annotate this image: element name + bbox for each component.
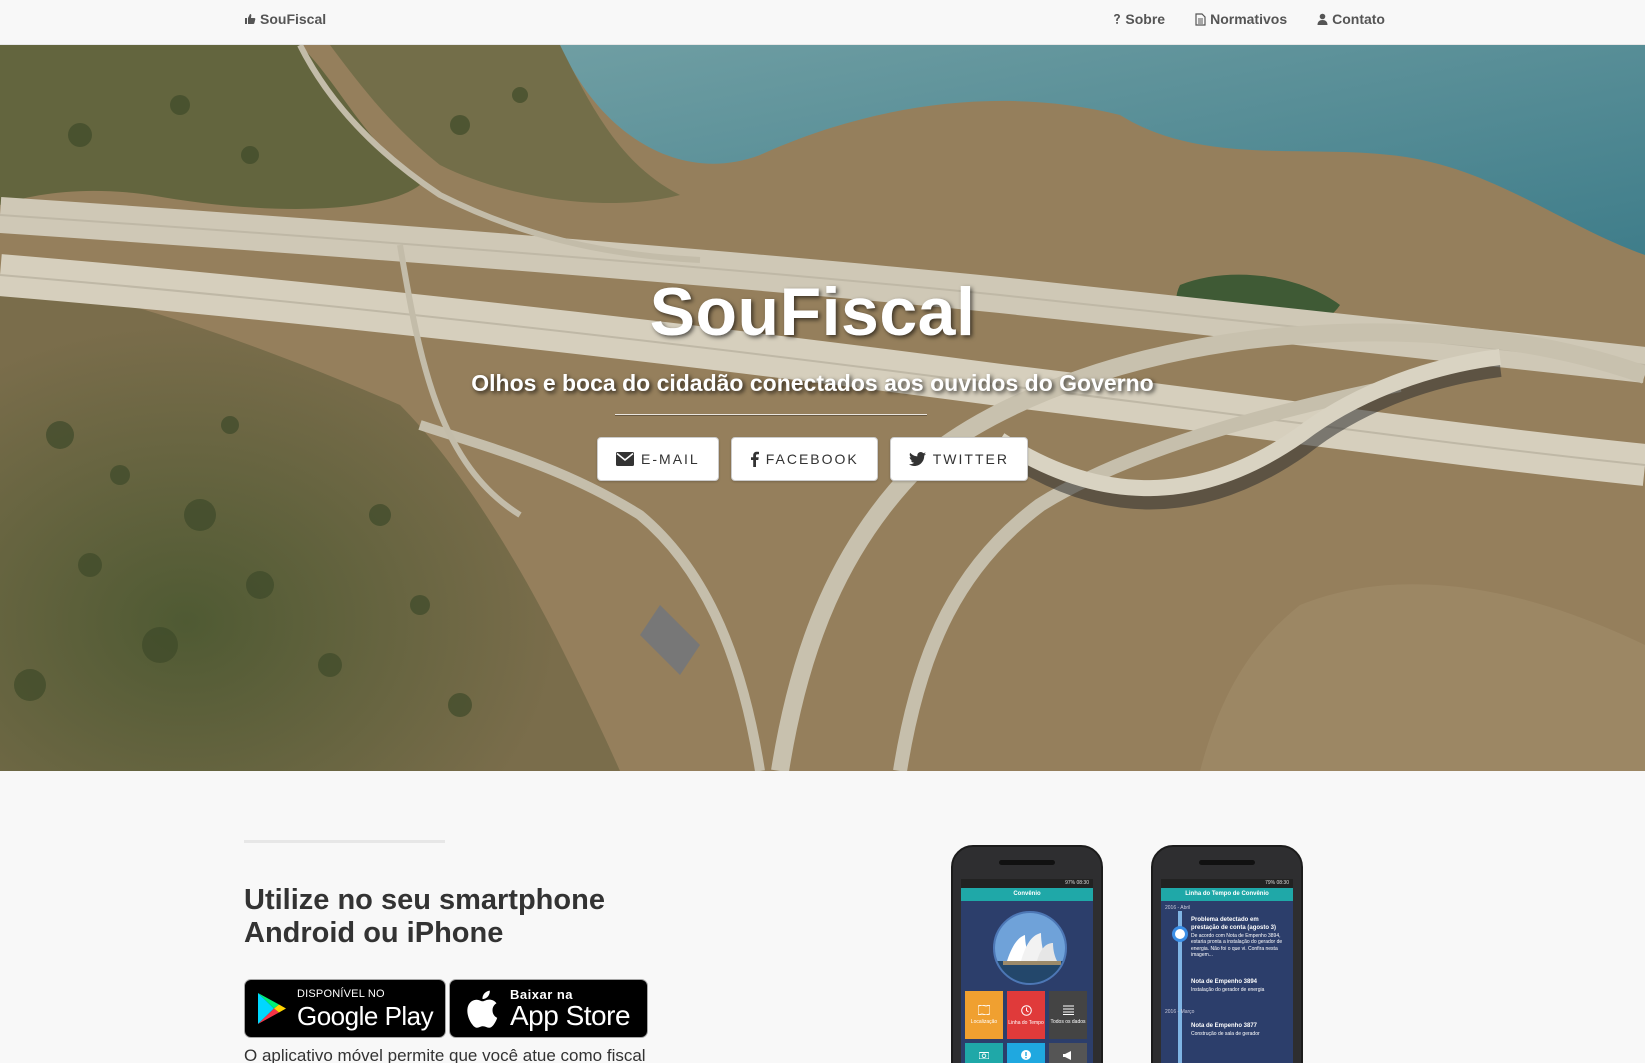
- google-play-small: DISPONÍVEL NO: [297, 987, 385, 1000]
- twitter-button-label: TWITTER: [932, 451, 1009, 467]
- nav-label-contato: Contato: [1332, 11, 1385, 27]
- file-icon: [1195, 12, 1206, 26]
- thumbs-up-icon: [245, 14, 256, 24]
- phone-screen: 97% 08:30 Convênio Localização Linha do …: [961, 879, 1093, 1063]
- timeline-date: 2016 - Março: [1165, 1009, 1195, 1015]
- alert-icon: [1021, 1050, 1031, 1060]
- facebook-button[interactable]: FACEBOOK: [730, 437, 878, 481]
- google-play-icon: [258, 993, 286, 1024]
- section-lead-text: O aplicativo móvel permite que você atue…: [244, 1046, 646, 1063]
- phone-appbar: Linha do Tempo de Convênio: [1161, 888, 1293, 901]
- timeline-dot: [1172, 926, 1188, 942]
- megaphone-icon: [1062, 1050, 1071, 1060]
- timeline-item[interactable]: Nota de Empenho 3894 Instalação do gerad…: [1191, 979, 1287, 993]
- question-icon: [1114, 14, 1121, 24]
- section-divider: [244, 840, 445, 843]
- phone-mockup-convenio: 97% 08:30 Convênio Localização Linha do …: [951, 845, 1103, 1063]
- timeline-item-title: Nota de Empenho 3894: [1191, 979, 1258, 985]
- tile-linha-do-tempo-label: Linha do Tempo: [1008, 1019, 1044, 1026]
- app-section: Utilize no seu smartphone Android ou iPh…: [0, 771, 1645, 1063]
- tile-todos-os-dados-label: Todos os dados: [1050, 1019, 1086, 1025]
- timeline-item-text: Instalação do gerador de energia: [1191, 986, 1265, 993]
- hero-banner: SouFiscal Olhos e boca do cidadão conect…: [0, 45, 1645, 771]
- tile-localizacao[interactable]: Localização: [965, 991, 1003, 1039]
- store-badges: DISPONÍVEL NO Google Play Baixar na App …: [244, 979, 648, 1038]
- top-navbar: SouFiscal Sobre Normativos Contato: [0, 0, 1645, 45]
- nav-link-normativos[interactable]: Normativos: [1195, 11, 1287, 27]
- brand-link[interactable]: SouFiscal: [244, 11, 326, 27]
- timeline-item-title: Problema detectado em prestação de conta…: [1191, 917, 1277, 931]
- app-store-text: Baixar na App Store: [510, 986, 631, 1031]
- twitter-icon: [908, 452, 926, 466]
- phone-screen: 79% 08:30 Linha do Tempo de Convênio 201…: [1161, 879, 1293, 1063]
- phone-speaker: [1199, 860, 1255, 865]
- phone-statusbar: 79% 08:30: [1161, 879, 1293, 888]
- nav-label-normativos: Normativos: [1210, 11, 1288, 27]
- hero-title: SouFiscal: [649, 274, 976, 350]
- tile-megaphone[interactable]: [1049, 1043, 1087, 1063]
- timeline-item[interactable]: Problema detectado em prestação de conta…: [1191, 917, 1287, 959]
- brand-label: SouFiscal: [260, 11, 327, 27]
- app-store-badge[interactable]: Baixar na App Store: [449, 979, 648, 1038]
- nav-link-sobre[interactable]: Sobre: [1113, 11, 1165, 27]
- opera-house-illustration: [995, 913, 1065, 983]
- envelope-icon: [616, 452, 635, 466]
- phone-statusbar: 97% 08:30: [961, 879, 1093, 888]
- tile-camera[interactable]: [965, 1043, 1003, 1063]
- phone-appbar: Convênio: [961, 888, 1093, 901]
- clock-icon: [1020, 1004, 1032, 1016]
- facebook-icon: [750, 451, 759, 467]
- tile-alert[interactable]: [1007, 1043, 1045, 1063]
- list-icon: [1062, 1005, 1074, 1015]
- nav-label-sobre: Sobre: [1125, 11, 1166, 27]
- social-buttons: E-MAIL FACEBOOK TWITTER: [0, 437, 1625, 481]
- google-play-big: Google Play: [297, 1000, 434, 1031]
- hero-subtitle: Olhos e boca do cidadão conectados aos o…: [471, 370, 1154, 396]
- section-heading: Utilize no seu smartphone Android ou iPh…: [244, 884, 605, 949]
- email-button-label: E-MAIL: [641, 451, 700, 467]
- tile-todos-os-dados[interactable]: Todos os dados: [1049, 991, 1087, 1039]
- app-store-small: Baixar na: [510, 986, 574, 1002]
- twitter-button[interactable]: TWITTER: [889, 437, 1028, 481]
- google-play-badge[interactable]: DISPONÍVEL NO Google Play: [244, 979, 446, 1038]
- facebook-button-label: FACEBOOK: [765, 451, 859, 467]
- hero-divider: [615, 414, 927, 415]
- tile-linha-do-tempo[interactable]: Linha do Tempo: [1007, 991, 1045, 1039]
- timeline-item-text: De acordo com Nota de Empenho 3894, esta…: [1191, 932, 1283, 959]
- map-icon: [978, 1005, 990, 1015]
- user-icon: [1317, 13, 1328, 25]
- nav-links: Sobre Normativos Contato: [1113, 11, 1385, 27]
- timeline-item-text: Construção de sala de gerador: [1191, 1030, 1260, 1037]
- google-play-text: DISPONÍVEL NO Google Play: [297, 987, 434, 1031]
- opera-house-image: [993, 911, 1067, 985]
- email-button[interactable]: E-MAIL: [597, 437, 719, 481]
- timeline-date: 2016 - Abril: [1165, 905, 1191, 911]
- nav-link-contato[interactable]: Contato: [1317, 11, 1385, 27]
- timeline-item[interactable]: Nota de Empenho 3877 Construção de sala …: [1191, 1023, 1287, 1037]
- timeline-item-title: Nota de Empenho 3877: [1191, 1023, 1258, 1029]
- phone-mockup-timeline: 79% 08:30 Linha do Tempo de Convênio 201…: [1151, 845, 1303, 1063]
- phone-speaker: [999, 860, 1055, 865]
- feature-tiles: Localização Linha do Tempo Todos os dado…: [965, 991, 1089, 1063]
- apple-icon: [467, 990, 498, 1028]
- aerial-highway-background: [0, 45, 1645, 771]
- tile-localizacao-label: Localização: [970, 1019, 998, 1025]
- app-store-big: App Store: [510, 999, 631, 1031]
- camera-icon: [979, 1052, 989, 1059]
